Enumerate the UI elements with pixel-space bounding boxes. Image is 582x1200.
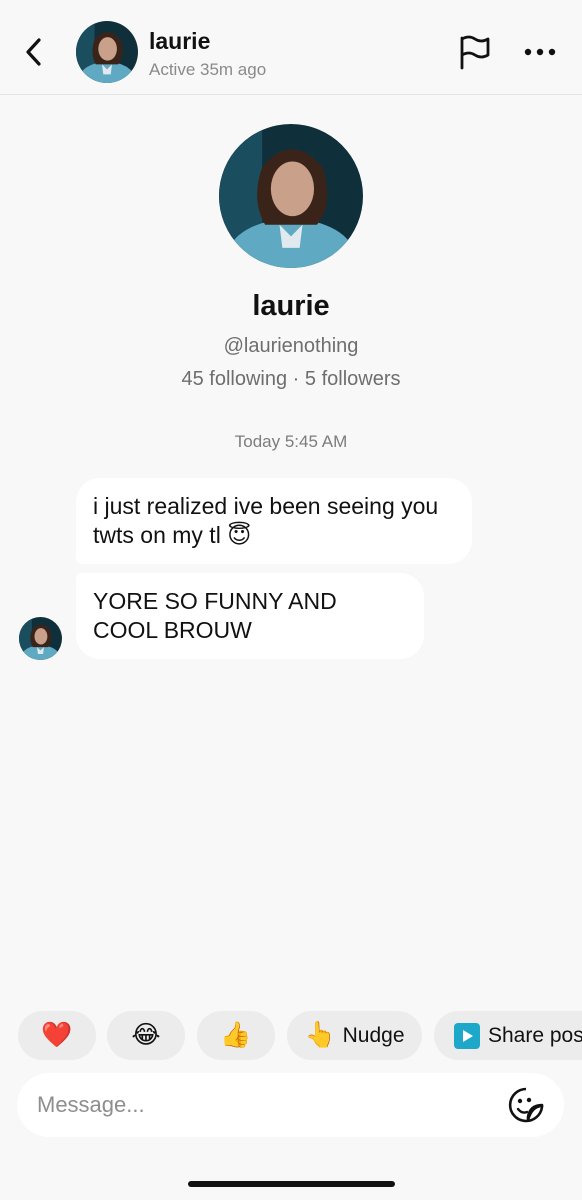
- laughing-face-icon: 😂: [131, 1021, 161, 1049]
- message-bubble[interactable]: YORE SO FUNNY AND COOL BROUW: [76, 573, 424, 659]
- home-indicator: [188, 1181, 395, 1187]
- quick-reply-thumbs-up[interactable]: 👍: [197, 1011, 275, 1060]
- share-post-label: Share pos: [488, 1023, 582, 1047]
- profile-name: laurie: [252, 290, 330, 322]
- message-bubble[interactable]: i just realized ive been seeing you twts…: [76, 478, 472, 564]
- message-timestamp: Today 5:45 AM: [234, 432, 348, 451]
- more-options-button[interactable]: [518, 32, 562, 72]
- profile-handle: @laurienothing: [223, 335, 359, 357]
- back-chevron-icon: [26, 38, 41, 66]
- quick-reply-laugh[interactable]: 😂: [107, 1011, 185, 1060]
- sticker-button[interactable]: [507, 1086, 545, 1124]
- message-input[interactable]: [37, 1073, 497, 1137]
- report-button[interactable]: [452, 32, 496, 72]
- chat-header: laurie Active 35m ago: [0, 0, 582, 95]
- pointing-hand-icon: 👆: [304, 1021, 336, 1049]
- share-post-button[interactable]: Share pos: [434, 1011, 582, 1060]
- quick-reply-heart[interactable]: ❤️: [18, 1011, 96, 1060]
- avatar-image: [76, 21, 138, 83]
- nudge-button[interactable]: 👆 Nudge: [287, 1011, 422, 1060]
- heart-icon: ❤️: [41, 1021, 73, 1049]
- header-username[interactable]: laurie: [149, 28, 210, 55]
- header-avatar[interactable]: [76, 21, 138, 83]
- sender-avatar[interactable]: [19, 617, 62, 660]
- back-button[interactable]: [14, 30, 54, 74]
- play-square-icon: [454, 1022, 480, 1049]
- thumbs-up-icon: 👍: [220, 1021, 252, 1049]
- avatar-image: [219, 124, 363, 268]
- flag-icon: [460, 35, 490, 70]
- avatar-image: [19, 617, 62, 660]
- message-composer: [17, 1073, 564, 1137]
- profile-avatar[interactable]: [219, 124, 363, 268]
- profile-follow-stats[interactable]: 45 following · 5 followers: [0, 368, 582, 391]
- quick-reply-bar: ❤️ 😂 👍 👆 Nudge Share pos: [18, 1011, 582, 1060]
- more-dots-icon: [524, 48, 556, 56]
- header-active-status: Active 35m ago: [149, 60, 267, 79]
- nudge-label: Nudge: [342, 1023, 405, 1047]
- sticker-face-icon: [508, 1087, 544, 1123]
